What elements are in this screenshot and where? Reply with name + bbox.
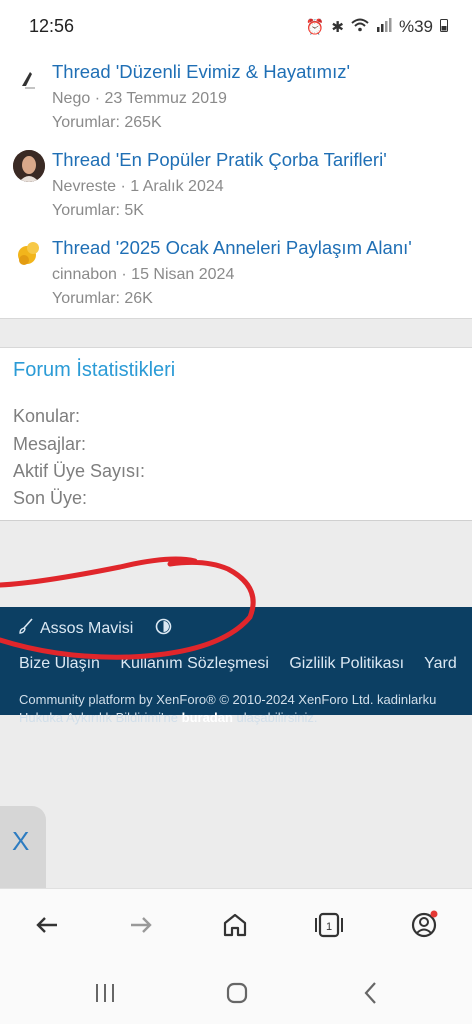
home-button-icon[interactable] [222, 978, 252, 1008]
style-chooser-link[interactable]: Assos Mavisi [18, 618, 133, 639]
home-icon[interactable] [219, 909, 251, 941]
thread-meta: cinnabon · 15 Nisan 2024 [52, 266, 235, 283]
thread-replies: Yorumlar: 265K [52, 114, 162, 131]
forward-arrow-icon[interactable] [125, 909, 157, 941]
avatar[interactable] [13, 64, 45, 96]
legal-notice: Hukuka Aykırılık Bildirimi'ne buradan ul… [19, 710, 317, 725]
legal-notice-link[interactable]: buradan [182, 710, 233, 725]
status-bar: 12:56 ⏰ ✱ %39 [0, 0, 472, 48]
signal-icon [376, 18, 392, 36]
side-tab[interactable]: X [0, 806, 46, 888]
stats-title: Forum İstatistikleri [13, 359, 176, 381]
thread-title-link[interactable]: Thread 'Düzenli Evimiz & Hayatımız' [52, 61, 350, 83]
privacy-link[interactable]: Gizlilik Politikası [289, 655, 404, 672]
stats-row-messages: Mesajlar: [13, 434, 87, 454]
style-name: Assos Mavisi [40, 619, 134, 637]
battery-level: %39 [398, 17, 433, 36]
wifi-icon [351, 18, 369, 36]
legal-notice-prefix: Hukuka Aykırılık Bildirimi'ne [19, 710, 182, 725]
status-icons: ⏰ ✱ %39 [306, 17, 448, 37]
stats-row-members: Aktif Üye Sayısı: [13, 461, 146, 481]
account-icon[interactable] [408, 909, 440, 941]
list-item[interactable]: Thread 'En Popüler Pratik Çorba Tarifler… [0, 147, 472, 235]
stats-row-threads: Konular: [13, 406, 81, 426]
site-footer: Assos Mavisi Bize Ulaşın Kullanım Sözleş… [0, 607, 472, 725]
copyright-text: Community platform by XenForo® © 2010-20… [19, 692, 437, 707]
thread-meta: Nevreste · 1 Aralık 2024 [52, 178, 224, 195]
footer-links: Bize Ulaşın Kullanım Sözleşmesi Gizlilik… [19, 655, 472, 673]
recents-icon[interactable] [90, 978, 120, 1008]
back-arrow-icon[interactable] [31, 909, 63, 941]
alarm-icon: ⏰ [305, 19, 325, 36]
thread-meta: Nego · 23 Temmuz 2019 [52, 90, 227, 107]
list-item[interactable]: Thread 'Düzenli Evimiz & Hayatımız' Nego… [0, 59, 472, 147]
thread-replies: Yorumlar: 5K [52, 202, 144, 219]
avatar[interactable] [13, 238, 45, 270]
forum-stats-block: Forum İstatistikleri Konular: Mesajlar: … [0, 347, 472, 521]
list-item[interactable]: Thread '2025 Ocak Anneleri Paylaşım Alan… [0, 235, 472, 323]
terms-link[interactable]: Kullanım Sözleşmesi [120, 655, 269, 672]
stats-row-latest-member: Son Üye: [13, 488, 88, 508]
bluetooth-icon: ✱ [331, 19, 344, 36]
contrast-toggle-icon[interactable] [155, 618, 172, 635]
battery-icon [440, 18, 448, 36]
system-back-icon[interactable] [356, 978, 386, 1008]
thread-replies: Yorumlar: 26K [52, 290, 153, 307]
thread-title-link[interactable]: Thread 'En Popüler Pratik Çorba Tarifler… [52, 149, 387, 171]
brush-icon [18, 618, 34, 639]
tabs-icon[interactable]: 1 [313, 909, 345, 941]
contact-link[interactable]: Bize Ulaşın [19, 655, 100, 672]
thread-title-link[interactable]: Thread '2025 Ocak Anneleri Paylaşım Alan… [52, 237, 412, 259]
svg-text:1: 1 [326, 921, 332, 933]
avatar[interactable] [13, 150, 45, 182]
legal-notice-suffix: ulaşabilirsiniz. [232, 710, 318, 725]
status-time: 12:56 [29, 16, 75, 36]
recent-threads-list: Thread 'Düzenli Evimiz & Hayatımız' Nego… [0, 48, 472, 319]
system-nav-bar [0, 960, 472, 1024]
browser-toolbar: 1 [0, 888, 472, 960]
help-link[interactable]: Yard [424, 655, 457, 672]
side-tab-label: X [12, 826, 30, 856]
